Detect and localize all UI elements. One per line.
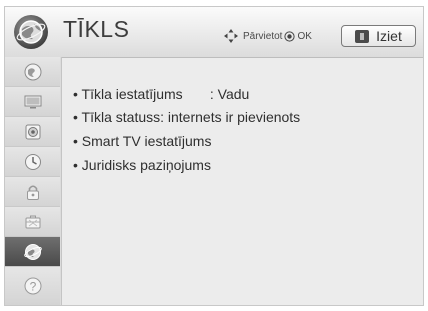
- navigate-hint-label: Pārvietot: [243, 30, 283, 42]
- settings-sidebar: ?: [5, 57, 62, 305]
- sidebar-item-option[interactable]: [5, 207, 60, 237]
- ok-button-icon: [284, 30, 296, 42]
- clock-icon: [24, 153, 41, 170]
- network-globe-icon: [14, 15, 48, 49]
- briefcase-icon: [25, 215, 40, 228]
- menu-item-legal-notice[interactable]: • Juridisks paziņojums: [73, 154, 211, 176]
- exit-icon: [355, 29, 370, 43]
- sidebar-item-time[interactable]: [5, 147, 60, 177]
- menu-item-network-status[interactable]: • Tīkla statuss: internets ir pievienots: [73, 106, 300, 128]
- sidebar-item-sound[interactable]: [5, 117, 60, 147]
- sidebar-item-lock[interactable]: [5, 177, 60, 207]
- menu-item-smart-tv-setting[interactable]: • Smart TV iestatījums: [73, 130, 211, 152]
- navigation-hint: Pārvietot OK: [223, 28, 312, 44]
- sidebar-item-screen[interactable]: [5, 87, 60, 117]
- monitor-icon: [24, 95, 41, 108]
- network-settings-panel: TĪKLS Pārvietot OK Iziet ? • Tīkla iesta…: [4, 6, 424, 306]
- picture-settings-icon: [24, 63, 41, 80]
- svg-text:?: ?: [29, 280, 36, 294]
- sidebar-item-support[interactable]: ?: [5, 267, 60, 305]
- exit-button-label: Iziet: [376, 28, 402, 44]
- globe-icon: [23, 243, 42, 260]
- help-icon: ?: [24, 277, 41, 295]
- network-menu: • Tīkla iestatījums : Vadu • Tīkla statu…: [67, 57, 417, 297]
- ok-hint-label: OK: [297, 30, 312, 42]
- page-title: TĪKLS: [63, 16, 130, 42]
- lock-icon: [26, 184, 39, 200]
- sidebar-item-picture[interactable]: [5, 57, 60, 87]
- sidebar-item-network[interactable]: [5, 237, 60, 267]
- header-bar: TĪKLS Pārvietot OK Iziet: [5, 7, 423, 58]
- menu-item-network-setting[interactable]: • Tīkla iestatījums : Vadu: [73, 83, 249, 105]
- navigate-arrows-icon: [224, 29, 238, 43]
- speaker-icon: [25, 124, 40, 139]
- exit-button[interactable]: Iziet: [341, 25, 416, 47]
